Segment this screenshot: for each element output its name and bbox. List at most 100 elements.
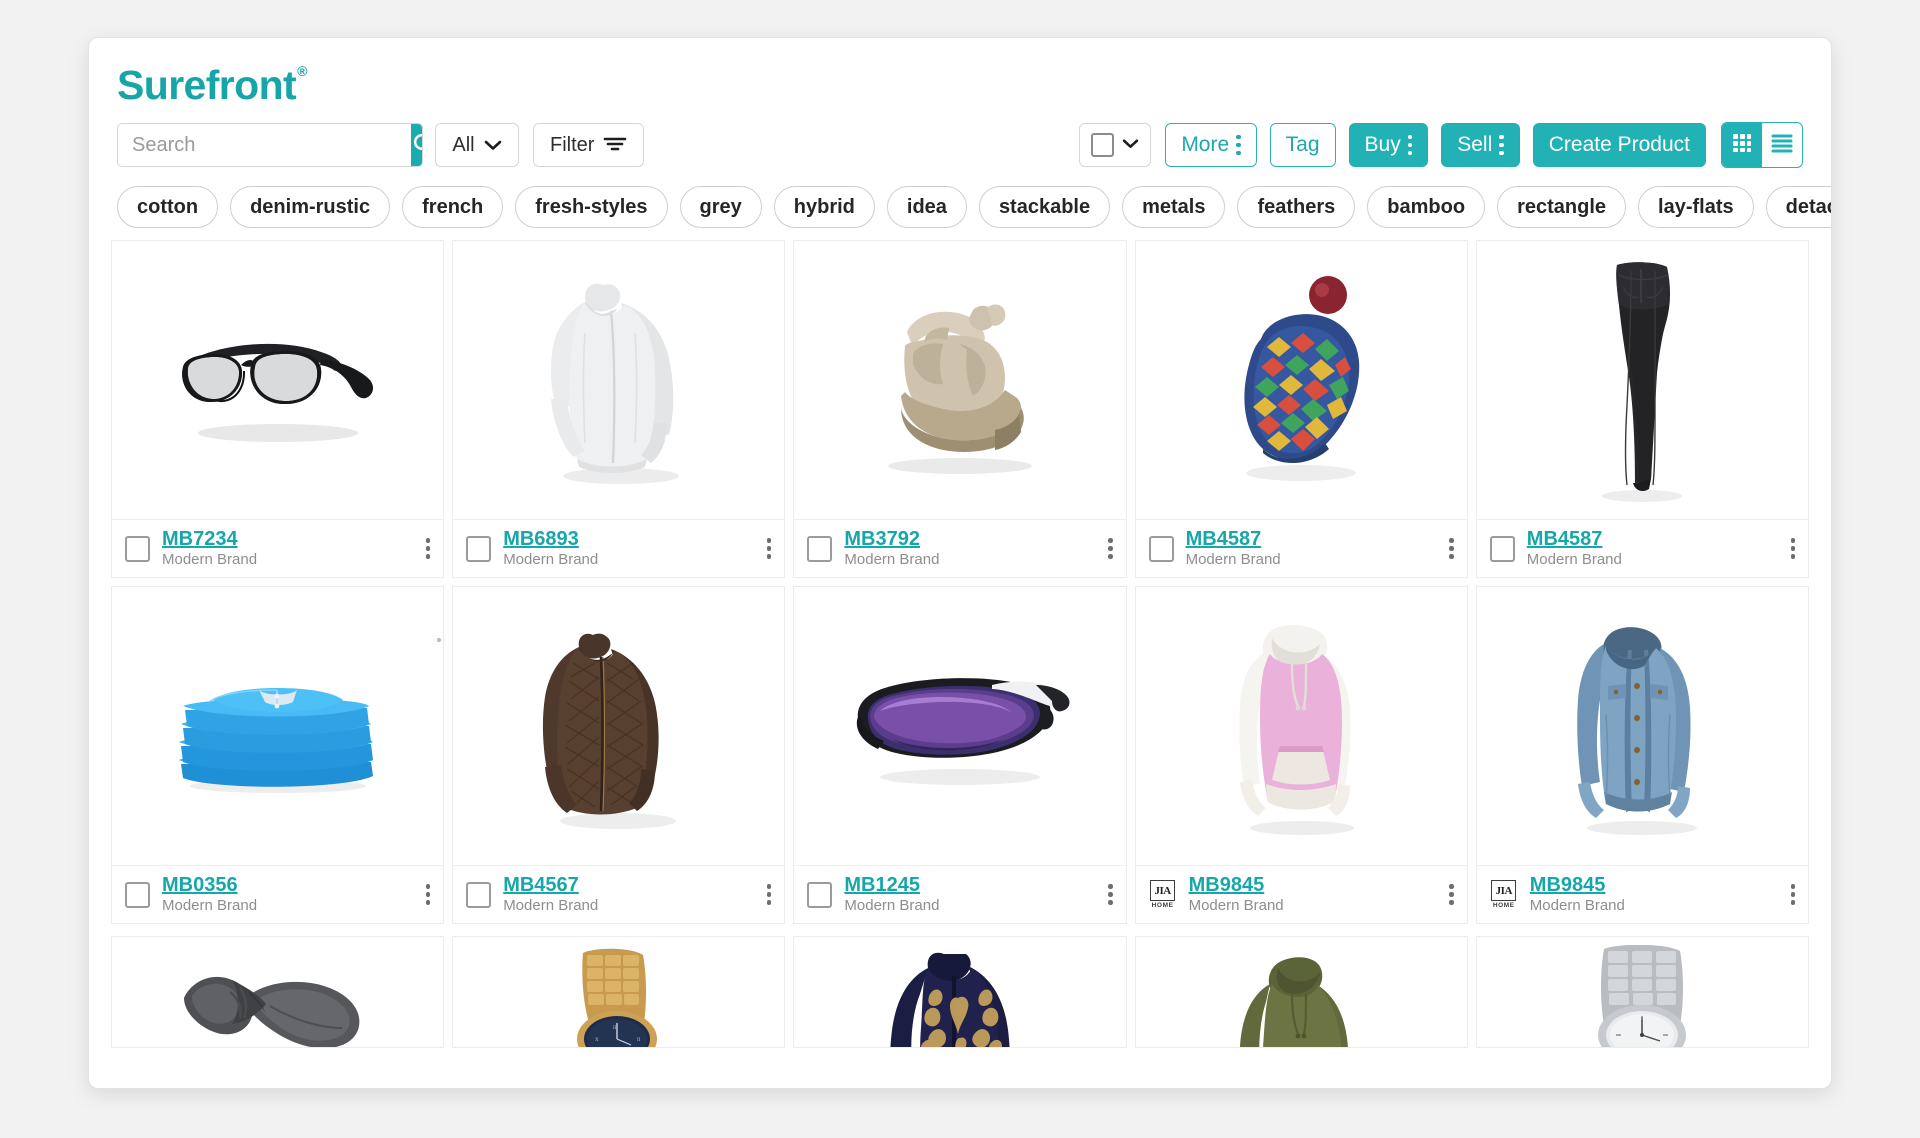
more-button[interactable]: More (1165, 123, 1257, 167)
tag-label: idea (906, 195, 947, 218)
product-card[interactable]: MB4587 Modern Brand (1134, 240, 1468, 578)
filter-button[interactable]: Filter (533, 123, 645, 167)
tag-chip-hybrid[interactable]: hybrid (773, 186, 875, 228)
brandmark-subtitle: HOME (1151, 902, 1174, 909)
tag-chip-bamboo[interactable]: bamboo (1367, 186, 1486, 228)
product-sku-link[interactable]: MB7234 (162, 528, 257, 552)
pink-hoodie-image (1238, 624, 1354, 835)
create-product-label: Create Product (1548, 133, 1690, 156)
product-menu-icon[interactable] (1108, 884, 1113, 906)
tag-chip-detached[interactable]: detached (1765, 186, 1831, 228)
tag-chip-grey[interactable]: grey (679, 186, 762, 228)
product-menu-icon[interactable] (1108, 538, 1113, 560)
product-checkbox[interactable] (1489, 535, 1515, 562)
sell-button[interactable]: Sell (1441, 123, 1520, 167)
navy-embroidered-jacket-image (890, 952, 1011, 1047)
product-image (1135, 241, 1467, 519)
grid-view-button[interactable] (1722, 123, 1762, 167)
product-card[interactable]: JIA HOME MB9845 Modern Brand (1134, 586, 1468, 924)
product-info: MB3792 Modern Brand (844, 528, 939, 569)
brandmark-subtitle: HOME (1492, 902, 1515, 909)
product-sku-link[interactable]: MB4567 (503, 874, 598, 898)
list-view-icon (1770, 132, 1794, 159)
product-menu-icon[interactable] (425, 538, 431, 560)
product-checkbox[interactable] (466, 881, 492, 908)
svg-text:X: X (595, 1038, 599, 1043)
search-button[interactable] (411, 124, 422, 166)
tag-chip-french[interactable]: french (402, 186, 504, 228)
product-card[interactable]: JIA HOME MB9845 Modern Brand (1475, 586, 1809, 924)
tag-chip-idea[interactable]: idea (886, 186, 967, 228)
tag-label: lay-flats (1658, 195, 1734, 218)
bulk-select-dropdown[interactable] (1079, 123, 1152, 167)
product-sku-link[interactable]: MB0356 (162, 874, 257, 898)
create-product-button[interactable]: Create Product (1532, 123, 1706, 167)
tag-chip-denim-rustic[interactable]: denim-rustic (230, 186, 391, 228)
product-menu-icon[interactable] (766, 884, 772, 906)
svg-text:III: III (613, 1026, 618, 1031)
product-sku-link[interactable]: MB4587 (1186, 528, 1281, 552)
product-card[interactable]: MB3792 Modern Brand (793, 240, 1127, 578)
product-card[interactable] (111, 936, 445, 1048)
tag-chip-cotton[interactable]: cotton (117, 186, 219, 228)
screenshot-root: Surefront® All (0, 0, 1920, 1138)
product-sku-link[interactable]: MB9845 (1189, 874, 1284, 898)
product-checkbox[interactable] (1148, 535, 1174, 562)
search-input[interactable] (118, 124, 411, 166)
product-card[interactable]: MB6893 Modern Brand (452, 240, 786, 578)
product-sku-link[interactable]: MB9845 (1530, 874, 1625, 898)
product-brand: Modern Brand (1185, 551, 1281, 569)
product-menu-icon[interactable] (425, 884, 431, 906)
product-card[interactable]: MB4587 Modern Brand (1475, 240, 1809, 578)
search-icon (411, 131, 422, 159)
brandmark-jia-home-icon: JIA HOME (1149, 880, 1177, 910)
toolbar: All Filter (89, 106, 1831, 168)
filter-label: Filter (550, 133, 595, 156)
buy-button[interactable]: Buy (1348, 123, 1429, 167)
tag-chip-fresh-styles[interactable]: fresh-styles (515, 186, 668, 228)
product-menu-icon[interactable] (1449, 538, 1454, 560)
app-window: Surefront® All (88, 37, 1832, 1089)
product-card[interactable]: X III II (452, 936, 786, 1048)
tag-chip-stackable[interactable]: stackable (978, 186, 1111, 228)
product-card[interactable] (1475, 936, 1809, 1048)
product-menu-icon[interactable] (1790, 538, 1795, 560)
product-card[interactable]: MB0356 Modern Brand (111, 586, 445, 924)
product-grid: MB7234 Modern Brand MB6893 Modern Brand … (89, 228, 1831, 924)
product-sku-link[interactable]: MB3792 (844, 528, 939, 552)
product-card[interactable]: MB4567 Modern Brand (452, 586, 786, 924)
tag-chip-rectangle[interactable]: rectangle (1497, 186, 1627, 228)
product-image (112, 241, 444, 519)
product-image (1476, 587, 1808, 865)
product-checkbox[interactable] (466, 535, 492, 562)
tag-button[interactable]: Tag (1269, 123, 1336, 167)
product-sku-link[interactable]: MB4587 (1527, 528, 1622, 552)
product-brand: Modern Brand (844, 897, 940, 915)
tag-chip-feathers[interactable]: feathers (1237, 186, 1356, 228)
scope-dropdown[interactable]: All (435, 123, 519, 167)
product-card-footer: MB3792 Modern Brand (794, 519, 1126, 577)
product-card[interactable]: MB1245 Modern Brand (793, 586, 1127, 924)
product-image (1476, 241, 1808, 519)
product-sku-link[interactable]: MB1245 (844, 874, 939, 898)
product-menu-icon[interactable] (1790, 884, 1795, 906)
product-card[interactable]: MB7234 Modern Brand (111, 240, 445, 578)
product-card[interactable] (793, 936, 1127, 1048)
chevron-down-icon (1122, 136, 1139, 154)
product-menu-icon[interactable] (766, 538, 772, 560)
scope-label: All (452, 133, 475, 156)
product-image (112, 587, 444, 865)
product-checkbox[interactable] (807, 535, 833, 562)
product-checkbox[interactable] (125, 535, 150, 562)
list-view-button[interactable] (1762, 123, 1802, 167)
product-sku-link[interactable]: MB6893 (503, 528, 598, 552)
tag-label: Tag (1285, 133, 1320, 156)
product-brand: Modern Brand (162, 897, 258, 915)
product-checkbox[interactable] (807, 881, 833, 908)
product-card[interactable] (1134, 936, 1468, 1048)
product-checkbox[interactable] (125, 881, 150, 908)
select-all-checkbox[interactable] (1091, 133, 1115, 157)
product-menu-icon[interactable] (1449, 884, 1454, 906)
tag-chip-lay-flats[interactable]: lay-flats (1638, 186, 1754, 228)
tag-chip-metals[interactable]: metals (1122, 186, 1226, 228)
